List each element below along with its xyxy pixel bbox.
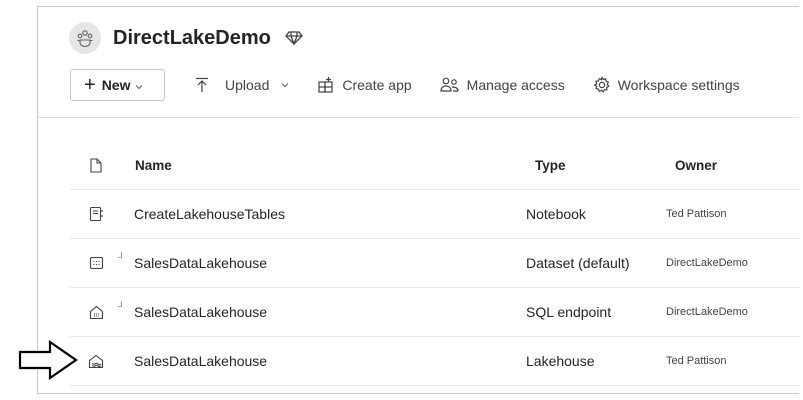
dataset-icon bbox=[86, 239, 106, 287]
notebook-icon bbox=[86, 190, 106, 238]
workspace-settings-button[interactable]: Workspace settings bbox=[593, 69, 740, 101]
item-name[interactable]: SalesDataLakehouse bbox=[134, 337, 267, 385]
table-header-row: Name Type Owner bbox=[70, 142, 799, 190]
upload-icon bbox=[193, 76, 211, 94]
premium-diamond-icon bbox=[284, 30, 303, 46]
item-owner: Ted Pattison bbox=[666, 355, 727, 367]
item-owner: DirectLakeDemo bbox=[666, 257, 748, 269]
item-type: Dataset (default) bbox=[526, 255, 630, 271]
create-app-button[interactable]: Create app bbox=[317, 69, 412, 101]
workspace-people-icon bbox=[69, 22, 101, 54]
item-type: Notebook bbox=[526, 206, 586, 222]
item-name[interactable]: SalesDataLakehouse bbox=[134, 288, 267, 336]
table-row[interactable]: ⅃ SalesDataLakehouse Dataset (default) D… bbox=[70, 239, 799, 288]
plus-icon: + bbox=[84, 74, 96, 96]
workspace-settings-label: Workspace settings bbox=[617, 77, 740, 93]
manage-access-label: Manage access bbox=[466, 77, 565, 93]
new-button-label: New bbox=[101, 77, 131, 93]
people-icon bbox=[440, 76, 460, 94]
item-type: SQL endpoint bbox=[526, 304, 612, 320]
create-app-icon bbox=[317, 76, 335, 94]
create-app-label: Create app bbox=[342, 77, 412, 93]
gear-icon bbox=[593, 76, 611, 94]
workspace-title: DirectLakeDemo bbox=[113, 26, 271, 49]
table-row[interactable]: CreateLakehouseTables Notebook Ted Patti… bbox=[70, 190, 799, 239]
toolbar-divider bbox=[38, 117, 799, 118]
subitem-marker-icon: ⅃ bbox=[118, 300, 123, 309]
lakehouse-icon bbox=[86, 337, 106, 385]
manage-access-button[interactable]: Manage access bbox=[440, 69, 565, 101]
file-icon bbox=[86, 142, 106, 189]
table-row[interactable]: ⅃ SalesDataLakehouse SQL endpoint Direct… bbox=[70, 288, 799, 337]
sql-endpoint-icon bbox=[86, 288, 106, 336]
items-table: Name Type Owner CreateLakehouseTables No… bbox=[70, 142, 799, 386]
workspace-header: DirectLakeDemo bbox=[69, 21, 303, 55]
column-header-name[interactable]: Name bbox=[135, 142, 172, 189]
new-button[interactable]: + New bbox=[70, 69, 165, 101]
callout-arrow-icon bbox=[18, 339, 78, 385]
upload-label: Upload bbox=[225, 77, 270, 93]
subitem-marker-icon: ⅃ bbox=[118, 251, 123, 260]
item-type: Lakehouse bbox=[526, 353, 595, 369]
chevron-down-icon bbox=[281, 82, 289, 88]
chevron-down-icon bbox=[135, 77, 143, 93]
table-row[interactable]: SalesDataLakehouse Lakehouse Ted Pattiso… bbox=[70, 337, 799, 386]
column-header-owner[interactable]: Owner bbox=[675, 142, 717, 189]
upload-button[interactable]: Upload bbox=[193, 69, 289, 101]
item-owner: Ted Pattison bbox=[666, 208, 727, 220]
screenshot-frame: DirectLakeDemo + New Upload Create app M… bbox=[0, 0, 803, 400]
column-header-type[interactable]: Type bbox=[535, 142, 566, 189]
item-name[interactable]: SalesDataLakehouse bbox=[134, 239, 267, 287]
workspace-toolbar: + New Upload Create app Manage access Wo… bbox=[70, 69, 740, 101]
item-owner: DirectLakeDemo bbox=[666, 306, 748, 318]
item-name[interactable]: CreateLakehouseTables bbox=[134, 190, 285, 238]
